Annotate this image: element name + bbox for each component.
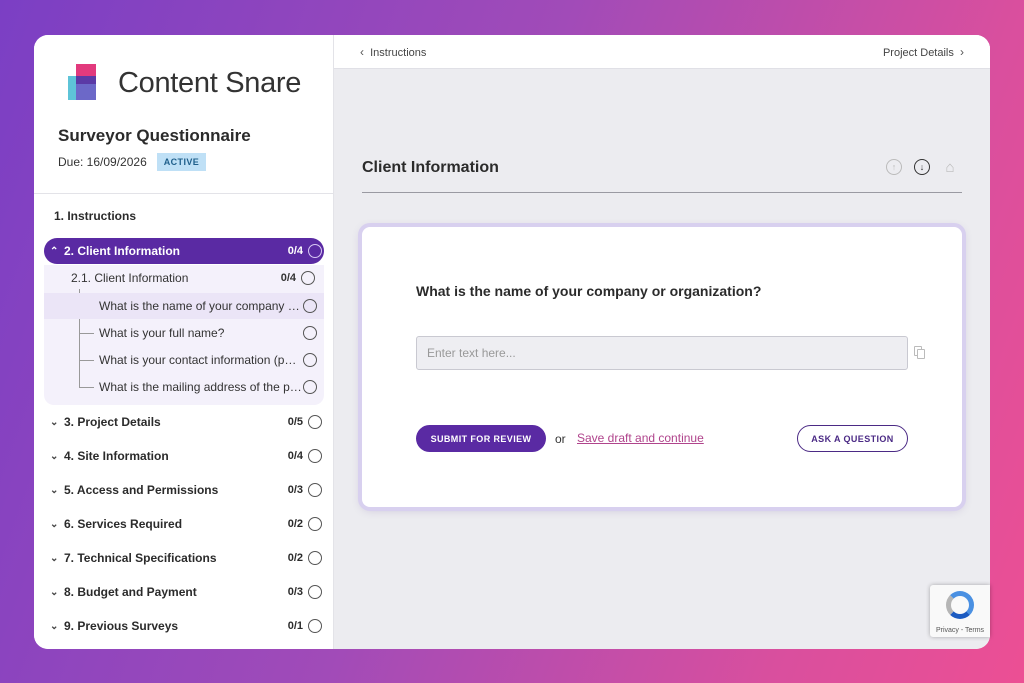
- sidebar-item-label: 8. Budget and Payment: [64, 585, 197, 599]
- status-circle-icon: [308, 517, 322, 531]
- chevron-down-icon: ⌄: [50, 450, 59, 462]
- question-label: What is the name of your company or orga…: [99, 299, 303, 313]
- sidebar-item-access-permissions[interactable]: ⌄ 5. Access and Permissions 0/3: [44, 477, 324, 503]
- sidebar-item-label: 7. Technical Specifications: [64, 551, 217, 565]
- app-window: Content Snare Surveyor Questionnaire Due…: [34, 35, 990, 649]
- chevron-down-icon: ⌄: [50, 552, 59, 564]
- prev-section-link[interactable]: ‹ Instructions: [360, 45, 426, 59]
- sidebar-item-label: 9. Previous Surveys: [64, 619, 179, 633]
- subsection-label: 2.1. Client Information: [71, 271, 189, 285]
- question-text: What is the name of your company or orga…: [416, 283, 762, 299]
- arrow-down-icon[interactable]: ↓: [914, 159, 930, 175]
- main-content: ‹ Instructions Project Details › Client …: [334, 35, 990, 649]
- question-label: What is your contact information (phone …: [99, 353, 303, 367]
- next-section-label: Project Details: [882, 46, 954, 59]
- sidebar-item-budget-payment[interactable]: ⌄ 8. Budget and Payment 0/3: [44, 579, 324, 605]
- brand-name: Content Snare: [118, 66, 302, 99]
- section-title: Client Information: [362, 159, 499, 176]
- chevron-down-icon: ⌄: [50, 416, 59, 428]
- progress-count: 0/4: [280, 272, 296, 284]
- progress-count: 0/3: [287, 484, 303, 496]
- question-card: What is the name of your company or orga…: [362, 227, 962, 507]
- status-circle-icon: [303, 380, 317, 394]
- status-circle-icon: [308, 483, 322, 497]
- sidebar-item-technical-specifications[interactable]: ⌄ 7. Technical Specifications 0/2: [44, 545, 324, 571]
- home-icon[interactable]: ⌂: [942, 159, 958, 176]
- recaptcha-badge[interactable]: Privacy - Terms: [930, 585, 990, 637]
- chevron-down-icon: ⌄: [50, 484, 59, 496]
- question-label: What is the mailing address of the prope…: [99, 380, 303, 394]
- progress-count: 0/2: [287, 518, 303, 530]
- sidebar-item-site-information[interactable]: ⌄ 4. Site Information 0/4: [44, 443, 324, 469]
- sidebar-item-instructions[interactable]: 1. Instructions: [44, 203, 324, 229]
- sidebar-item-label: 6. Services Required: [64, 517, 183, 531]
- question-item[interactable]: What is the mailing address of the prope…: [44, 374, 324, 400]
- sidebar-item-project-details[interactable]: ⌄ 3. Project Details 0/5: [44, 409, 324, 435]
- recaptcha-icon: [946, 591, 974, 619]
- status-circle-icon: [303, 326, 317, 340]
- sidebar-item-services-required[interactable]: ⌄ 6. Services Required 0/2: [44, 511, 324, 537]
- sidebar-item-client-information[interactable]: ⌃ 2. Client Information 0/4: [44, 238, 324, 264]
- status-circle-icon: [308, 244, 322, 258]
- status-circle-icon: [303, 353, 317, 367]
- prev-section-label: Instructions: [370, 46, 427, 59]
- copy-icon[interactable]: [914, 346, 925, 359]
- status-circle-icon: [308, 619, 322, 633]
- save-draft-link[interactable]: Save draft and continue: [577, 431, 704, 445]
- sidebar-item-label: 4. Site Information: [64, 449, 169, 463]
- or-label: or: [555, 432, 566, 446]
- chevron-down-icon: ⌄: [50, 620, 59, 632]
- chevron-down-icon: ⌄: [50, 518, 59, 530]
- next-section-link[interactable]: Project Details ›: [883, 45, 964, 59]
- chevron-up-icon: ⌃: [50, 245, 59, 257]
- survey-title: Surveyor Questionnaire: [58, 126, 251, 145]
- progress-count: 0/2: [287, 552, 303, 564]
- recaptcha-text[interactable]: Privacy - Terms: [936, 627, 984, 634]
- status-circle-icon: [308, 415, 322, 429]
- sidebar-divider: [34, 193, 334, 194]
- question-item[interactable]: What is the name of your company or orga…: [44, 293, 324, 319]
- status-circle-icon: [308, 449, 322, 463]
- answer-input[interactable]: [416, 336, 908, 370]
- sidebar-item-label: 5. Access and Permissions: [64, 483, 219, 497]
- chevron-right-icon: ›: [960, 44, 964, 59]
- due-date: Due: 16/09/2026: [58, 155, 147, 169]
- progress-count: 0/4: [287, 450, 303, 462]
- due-row: Due: 16/09/2026 ACTIVE: [58, 153, 207, 171]
- progress-count: 0/4: [287, 245, 303, 257]
- sidebar: Content Snare Surveyor Questionnaire Due…: [34, 35, 334, 649]
- section-divider: [362, 192, 962, 193]
- status-circle-icon: [303, 299, 317, 313]
- arrow-up-icon[interactable]: ↑: [886, 159, 902, 175]
- status-circle-icon: [301, 271, 315, 285]
- chevron-down-icon: ⌄: [50, 586, 59, 598]
- content-snare-logo-icon: [68, 64, 104, 102]
- sidebar-item-label: 2. Client Information: [64, 244, 181, 258]
- submit-for-review-button[interactable]: SUBMIT FOR REVIEW: [416, 425, 546, 452]
- sidebar-item-label: 3. Project Details: [64, 415, 161, 429]
- status-circle-icon: [308, 585, 322, 599]
- chevron-left-icon: ‹: [360, 44, 364, 59]
- section-toolbar: ↑ ↓ ⌂: [886, 159, 958, 176]
- ask-question-button[interactable]: ASK A QUESTION: [797, 425, 908, 452]
- sidebar-item-label: 1. Instructions: [54, 209, 137, 223]
- question-label: What is your full name?: [99, 326, 225, 340]
- progress-count: 0/1: [287, 620, 303, 632]
- status-badge: ACTIVE: [156, 153, 207, 171]
- sidebar-subsection-client-information[interactable]: 2.1. Client Information 0/4: [71, 267, 317, 289]
- question-item[interactable]: What is your contact information (phone …: [44, 347, 324, 373]
- progress-count: 0/5: [287, 416, 303, 428]
- sidebar-item-previous-surveys[interactable]: ⌄ 9. Previous Surveys 0/1: [44, 613, 324, 639]
- progress-count: 0/3: [287, 586, 303, 598]
- navigation-bar: ‹ Instructions Project Details ›: [334, 35, 990, 69]
- question-item[interactable]: What is your full name?: [44, 320, 324, 346]
- brand-logo: Content Snare: [68, 64, 301, 102]
- status-circle-icon: [308, 551, 322, 565]
